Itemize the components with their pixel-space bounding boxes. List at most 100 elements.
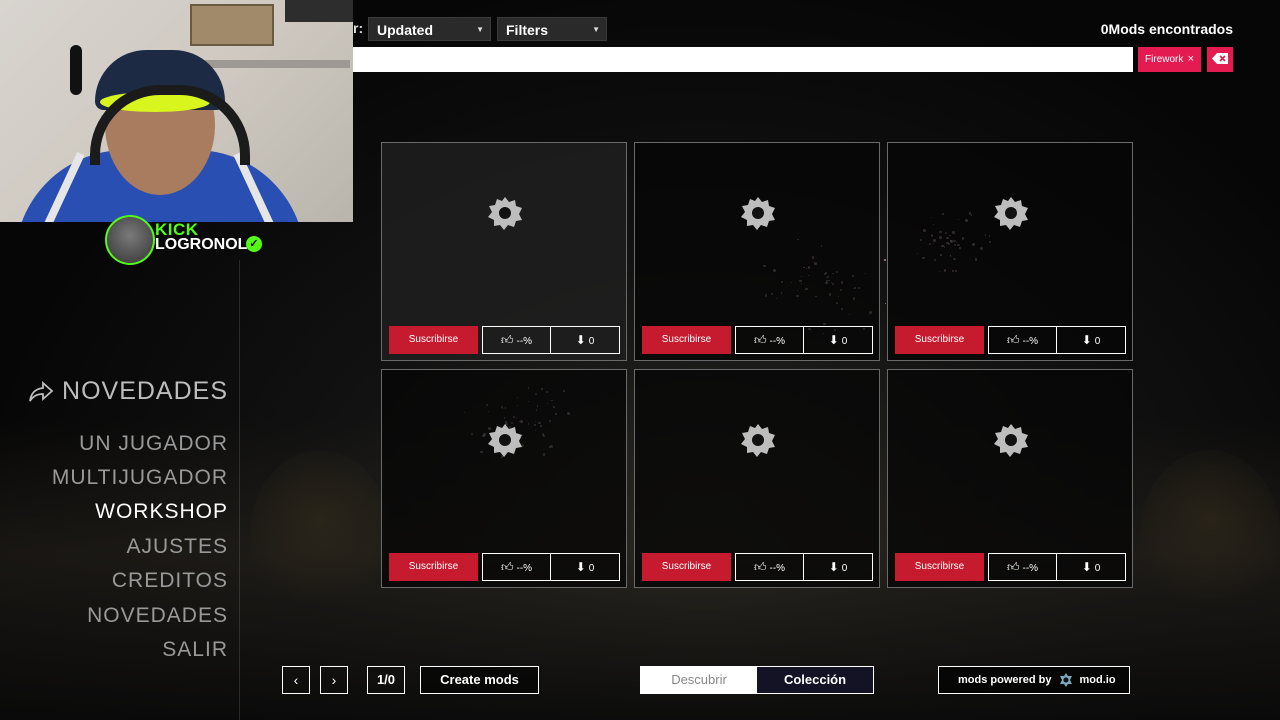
share-arrow-icon bbox=[29, 380, 54, 401]
powered-by-label: mods powered by bbox=[958, 674, 1052, 686]
thumbs-up-icon: 👍︎ bbox=[753, 333, 767, 347]
thumbs-up-icon: 👍︎ bbox=[1006, 560, 1020, 574]
rating-box: 👍︎ --% bbox=[735, 326, 804, 354]
kick-badge: KICK LOGRONOL ✓ bbox=[105, 215, 270, 265]
download-icon: ⬇︎ bbox=[575, 560, 586, 574]
downloads-box: ⬇︎ 0 bbox=[803, 326, 873, 354]
menu-item-novedades[interactable]: NOVEDADES bbox=[87, 604, 228, 628]
caret-down-icon: ▼ bbox=[476, 25, 484, 34]
prev-page-button[interactable]: ‹ bbox=[282, 666, 310, 694]
create-mods-button[interactable]: Create mods bbox=[420, 666, 539, 694]
mods-found-count: 0Mods encontrados bbox=[1100, 21, 1233, 37]
rating-value: --% bbox=[1022, 563, 1039, 574]
webcam-overlay bbox=[0, 0, 353, 222]
downloads-value: 0 bbox=[1094, 563, 1101, 574]
downloads-value: 0 bbox=[841, 563, 848, 574]
rating-box: 👍︎ --% bbox=[988, 326, 1057, 354]
subscribe-button[interactable]: Suscribirse bbox=[895, 553, 984, 581]
filters-dropdown[interactable]: Filters ▼ bbox=[497, 17, 607, 41]
mod-card[interactable]: Suscribirse 👍︎ --% ⬇︎ 0 bbox=[381, 142, 627, 361]
subscribe-button[interactable]: Suscribirse bbox=[895, 326, 984, 354]
wall-photo bbox=[190, 4, 274, 46]
tag-chip-firework[interactable]: Firework × bbox=[1138, 47, 1201, 72]
close-icon[interactable]: × bbox=[1188, 47, 1194, 72]
download-icon: ⬇︎ bbox=[575, 333, 586, 347]
thumbs-up-icon: 👍︎ bbox=[1006, 333, 1020, 347]
menu-divider bbox=[239, 260, 240, 720]
download-icon: ⬇︎ bbox=[1081, 560, 1092, 574]
mod-card[interactable]: Suscribirse 👍︎ --% ⬇︎ 0 bbox=[634, 369, 880, 588]
modio-logo-icon bbox=[1059, 673, 1072, 687]
rating-value: --% bbox=[516, 563, 533, 574]
thumbs-up-icon: 👍︎ bbox=[500, 560, 514, 574]
modio-label: mod.io bbox=[1079, 674, 1116, 686]
rating-box: 👍︎ --% bbox=[735, 553, 804, 581]
check-icon: ✓ bbox=[246, 236, 262, 252]
mod-placeholder-icon bbox=[993, 422, 1029, 458]
sort-dropdown[interactable]: Updated ▼ bbox=[368, 17, 491, 41]
downloads-box: ⬇︎ 0 bbox=[803, 553, 873, 581]
backspace-icon bbox=[1212, 53, 1228, 64]
mod-card[interactable]: Suscribirse 👍︎ --% ⬇︎ 0 bbox=[634, 142, 880, 361]
rating-value: --% bbox=[769, 563, 786, 574]
sort-value: Updated bbox=[377, 22, 433, 38]
menu-item-un-jugador[interactable]: UN JUGADOR bbox=[79, 432, 228, 456]
menu-item-salir[interactable]: SALIR bbox=[162, 638, 228, 662]
sort-label: r: bbox=[353, 20, 364, 36]
downloads-value: 0 bbox=[588, 336, 595, 347]
spark bbox=[884, 302, 886, 305]
mod-card[interactable]: Suscribirse 👍︎ --% ⬇︎ 0 bbox=[887, 369, 1133, 588]
mod-placeholder-icon bbox=[740, 422, 776, 458]
menu-item-ajustes[interactable]: AJUSTES bbox=[126, 535, 228, 559]
mod-placeholder-icon bbox=[740, 195, 776, 231]
avatar bbox=[105, 215, 155, 265]
page-indicator: 1/0 bbox=[367, 666, 405, 694]
tab-coleccion[interactable]: Colección bbox=[757, 667, 873, 693]
downloads-value: 0 bbox=[841, 336, 848, 347]
downloads-value: 0 bbox=[588, 563, 595, 574]
microphone bbox=[70, 45, 82, 95]
rating-box: 👍︎ --% bbox=[988, 553, 1057, 581]
clear-tags-button[interactable] bbox=[1207, 47, 1233, 72]
caret-down-icon: ▼ bbox=[592, 25, 600, 34]
browse-tabs: Descubrir Colección bbox=[640, 666, 874, 694]
downloads-box: ⬇︎ 0 bbox=[1056, 553, 1126, 581]
mod-card[interactable]: Suscribirse 👍︎ --% ⬇︎ 0 bbox=[381, 369, 627, 588]
mod-placeholder-icon bbox=[487, 195, 523, 231]
menu-item-creditos[interactable]: CREDITOS bbox=[112, 569, 228, 593]
downloads-box: ⬇︎ 0 bbox=[550, 326, 620, 354]
background-trees-left bbox=[250, 450, 390, 620]
subscribe-button[interactable]: Suscribirse bbox=[642, 553, 731, 581]
rating-value: --% bbox=[769, 336, 786, 347]
download-icon: ⬇︎ bbox=[1081, 333, 1092, 347]
mod-card[interactable]: Suscribirse 👍︎ --% ⬇︎ 0 bbox=[887, 142, 1133, 361]
rating-box: 👍︎ --% bbox=[482, 326, 551, 354]
next-page-button[interactable]: › bbox=[320, 666, 348, 694]
rating-value: --% bbox=[516, 336, 533, 347]
downloads-value: 0 bbox=[1094, 336, 1101, 347]
menu-item-workshop[interactable]: WORKSHOP bbox=[95, 500, 228, 524]
menu-header: NOVEDADES bbox=[28, 377, 228, 406]
rating-value: --% bbox=[1022, 336, 1039, 347]
download-icon: ⬇︎ bbox=[828, 560, 839, 574]
thumbs-up-icon: 👍︎ bbox=[500, 333, 514, 347]
channel-name: LOGRONOL bbox=[155, 236, 248, 253]
thumbs-up-icon: 👍︎ bbox=[753, 560, 767, 574]
background-trees-right bbox=[1140, 450, 1280, 620]
mod-placeholder-icon bbox=[487, 422, 523, 458]
downloads-box: ⬇︎ 0 bbox=[550, 553, 620, 581]
subscribe-button[interactable]: Suscribirse bbox=[642, 326, 731, 354]
tag-label: Firework bbox=[1145, 54, 1184, 65]
filters-label: Filters bbox=[506, 22, 549, 38]
download-icon: ⬇︎ bbox=[828, 333, 839, 347]
search-input[interactable] bbox=[353, 47, 1133, 72]
tab-descubrir[interactable]: Descubrir bbox=[641, 667, 757, 693]
mod-placeholder-icon bbox=[993, 195, 1029, 231]
downloads-box: ⬇︎ 0 bbox=[1056, 326, 1126, 354]
subscribe-button[interactable]: Suscribirse bbox=[389, 553, 478, 581]
modio-powered-badge[interactable]: mods powered by mod.io bbox=[938, 666, 1130, 694]
menu-item-multijugador[interactable]: MULTIJUGADOR bbox=[52, 466, 228, 490]
rating-box: 👍︎ --% bbox=[482, 553, 551, 581]
menu-header-label: NOVEDADES bbox=[62, 377, 228, 405]
subscribe-button[interactable]: Suscribirse bbox=[389, 326, 478, 354]
